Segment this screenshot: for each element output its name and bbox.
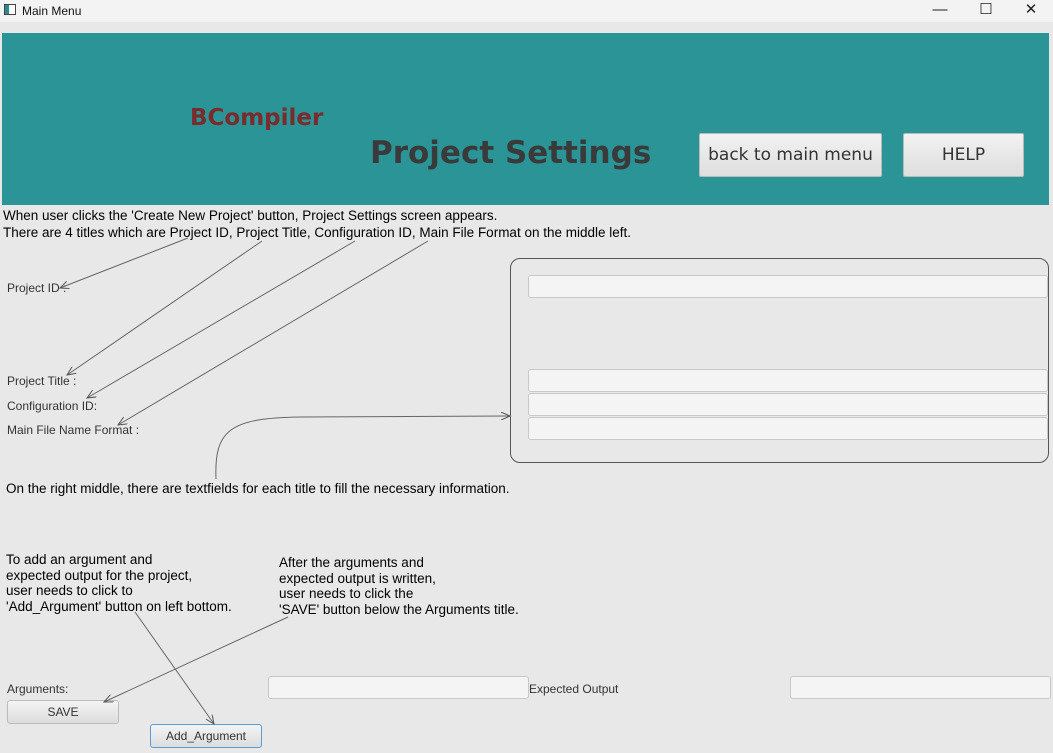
note-intro-line2: There are 4 titles which are Project ID,…	[3, 225, 632, 240]
configuration-id-field[interactable]	[528, 393, 1048, 416]
window-title: Main Menu	[22, 4, 82, 18]
arrow-save	[104, 616, 289, 702]
arrow-configuration-id	[87, 240, 356, 398]
arrow-project-title	[67, 240, 263, 375]
arrow-project-id	[60, 237, 189, 288]
window-titlebar: Main Menu — ☐ ✕	[0, 0, 1053, 22]
arrow-textfields	[215, 416, 510, 480]
expected-output-field[interactable]	[790, 676, 1051, 699]
main-file-name-format-label: Main File Name Format :	[7, 423, 140, 437]
maximize-icon[interactable]: ☐	[964, 0, 1008, 22]
arrow-main-file	[118, 240, 429, 425]
note-save: After the arguments and expected output …	[279, 555, 519, 617]
brand-title: BCompiler	[190, 105, 324, 131]
project-title-label: Project Title :	[7, 374, 77, 388]
app-icon	[4, 4, 16, 15]
save-button[interactable]: SAVE	[7, 700, 119, 724]
back-to-main-menu-button[interactable]: back to main menu	[699, 133, 882, 177]
help-button[interactable]: HELP	[903, 133, 1024, 177]
note-intro-line1: When user clicks the 'Create New Project…	[3, 208, 498, 223]
main-file-name-format-field[interactable]	[528, 417, 1048, 440]
configuration-id-label: Configuration ID:	[7, 399, 98, 413]
minimize-icon[interactable]: —	[918, 0, 962, 22]
project-title-field[interactable]	[528, 369, 1048, 392]
expected-output-label: Expected Output	[529, 682, 619, 696]
note-add-argument: To add an argument and expected output f…	[6, 552, 232, 614]
page-title: Project Settings	[370, 135, 652, 171]
arguments-label: Arguments:	[7, 682, 69, 696]
add-argument-button[interactable]: Add_Argument	[150, 724, 262, 748]
close-icon[interactable]: ✕	[1009, 0, 1053, 22]
note-textfields: On the right middle, there are textfield…	[6, 481, 510, 496]
argument-field[interactable]	[268, 676, 529, 699]
project-id-label: Project ID :	[7, 281, 67, 295]
arrow-add-argument	[134, 611, 214, 724]
project-id-field[interactable]	[528, 275, 1048, 298]
header-banner: BCompiler Project Settings back to main …	[2, 33, 1049, 205]
